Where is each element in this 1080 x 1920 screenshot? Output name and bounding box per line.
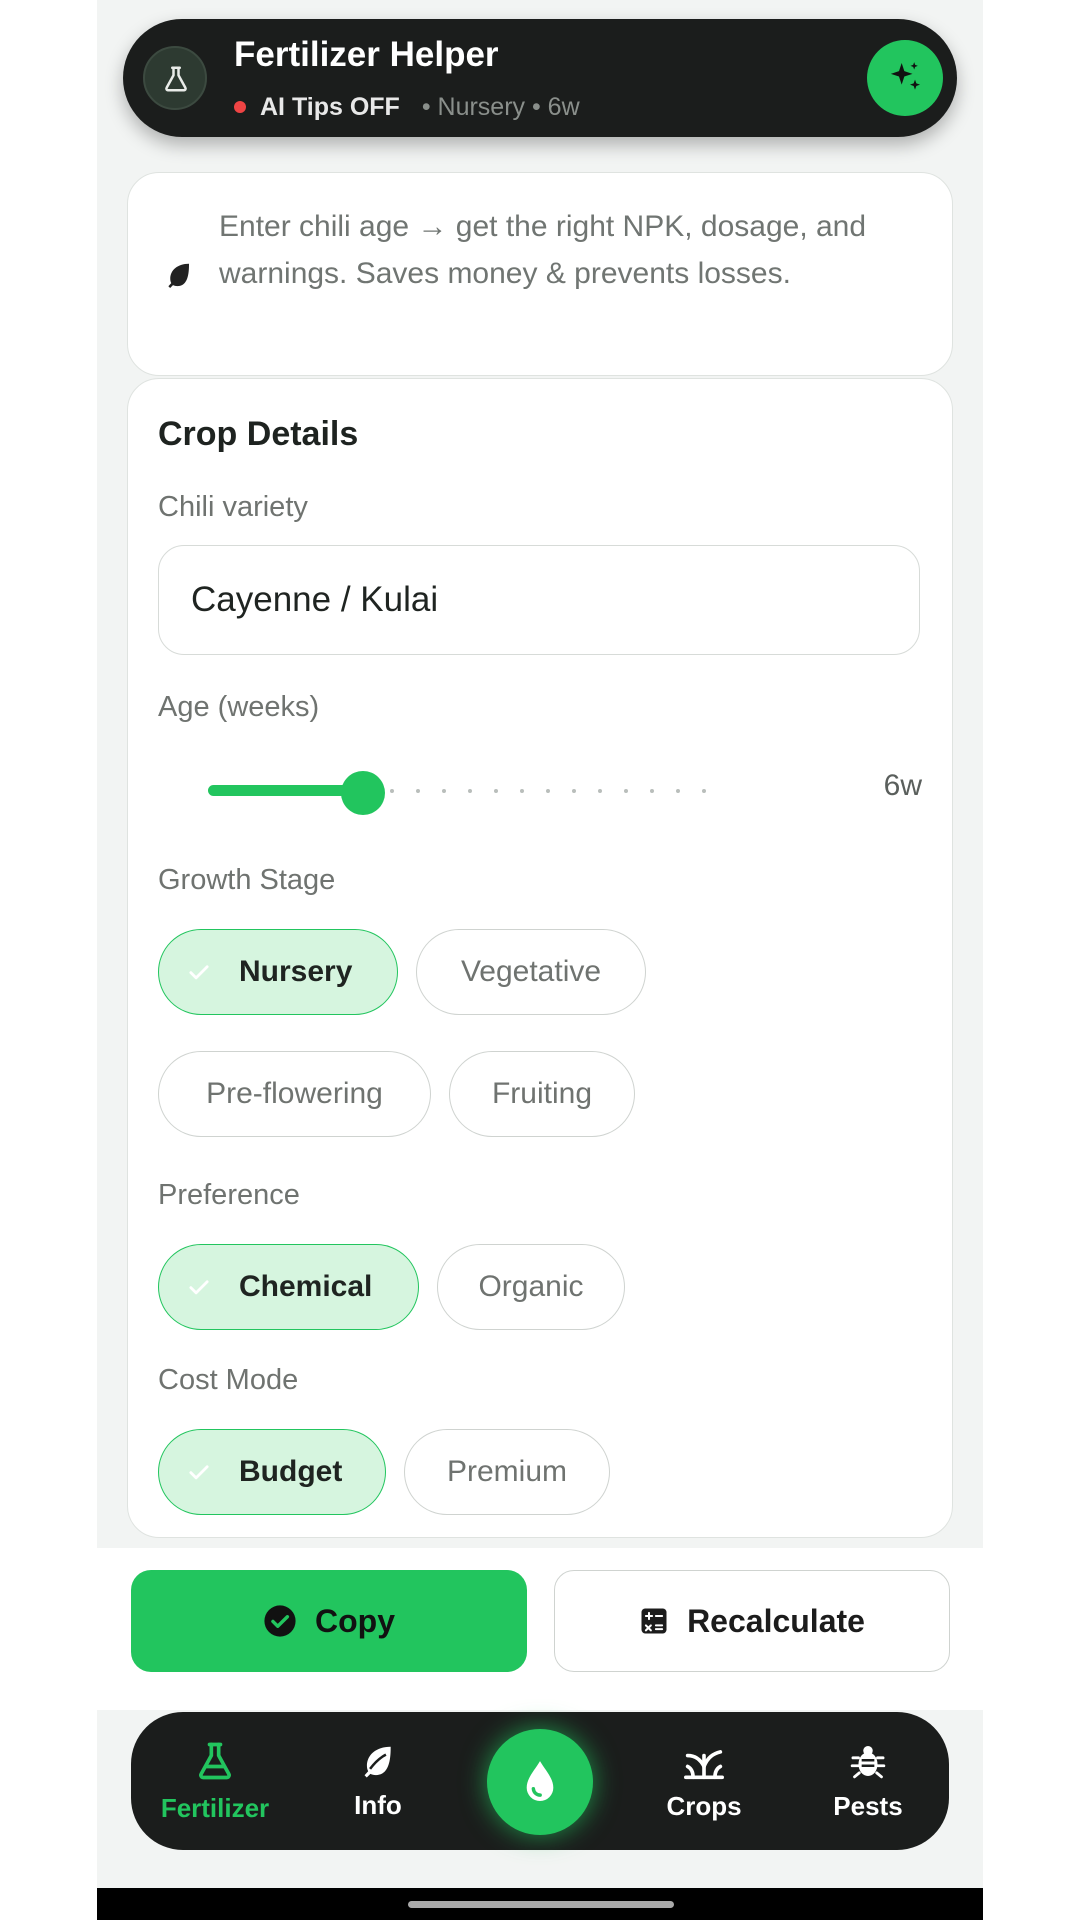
water-drop-icon (526, 1761, 554, 1801)
sparkles-icon (890, 63, 913, 85)
age-slider[interactable] (208, 771, 728, 815)
header-meta: • Nursery • 6w (421, 92, 580, 121)
age-label: Age (weeks) (158, 691, 320, 723)
slider-tick (650, 789, 654, 793)
chip-label: Budget (239, 1455, 343, 1488)
chip-premium[interactable]: Premium (404, 1429, 610, 1515)
slider-tick (494, 789, 498, 793)
chip-label: Premium (446, 1455, 567, 1488)
chip-label: Organic (478, 1270, 584, 1303)
nav-pests[interactable]: Pests (798, 1712, 938, 1850)
check-icon (189, 965, 209, 980)
slider-tick (520, 789, 524, 793)
check-circle-icon (264, 1605, 296, 1637)
water-drop-button[interactable] (487, 1729, 593, 1835)
ai-tips-status: AI Tips OFF (260, 92, 400, 121)
check-icon (189, 1280, 209, 1295)
page-title: Fertilizer Helper (234, 35, 499, 74)
intro-text: Enter chili age → get the right NPK, dos… (219, 210, 867, 290)
chip-label: Pre-flowering (206, 1077, 383, 1110)
crop-details-card: Crop Details Chili variety Cayenne / Kul… (127, 378, 953, 1538)
app-screen: Fertilizer Helper AI Tips OFF • Nursery … (97, 0, 983, 1920)
copy-label: Copy (315, 1602, 395, 1639)
home-indicator[interactable] (408, 1901, 674, 1908)
slider-tick (598, 789, 602, 793)
app-header: Fertilizer Helper AI Tips OFF • Nursery … (123, 19, 957, 137)
slider-tick (546, 789, 550, 793)
slider-tick (702, 789, 706, 793)
age-value: 6w (883, 769, 922, 802)
chip-vegetative[interactable]: Vegetative (416, 929, 646, 1015)
slider-tick (468, 789, 472, 793)
chip-chemical[interactable]: Chemical (158, 1244, 419, 1330)
status-dot (234, 101, 246, 113)
calculator-icon (641, 1608, 667, 1634)
nav-label: Info (354, 1789, 402, 1820)
flask-icon (143, 46, 207, 110)
chip-label: Chemical (239, 1270, 373, 1303)
slider-tick (624, 789, 628, 793)
slider-tick (572, 789, 576, 793)
cost-mode-label: Cost Mode (158, 1364, 299, 1396)
ai-tips-button[interactable] (867, 40, 943, 116)
chip-label: Vegetative (460, 955, 602, 988)
chip-label: Fruiting (491, 1077, 593, 1110)
chip-nursery[interactable]: Nursery (158, 929, 398, 1015)
sprout-icon (683, 1749, 724, 1779)
nav-label: Fertilizer (160, 1792, 270, 1823)
chip-fruiting[interactable]: Fruiting (449, 1051, 635, 1137)
leaf-icon (168, 263, 189, 288)
intro-card: Enter chili age → get the right NPK, dos… (127, 172, 953, 376)
flask-icon (199, 1742, 231, 1779)
variety-label: Chili variety (158, 491, 308, 523)
bottom-nav: Fertilizer Info Crops Pests (131, 1712, 949, 1850)
nav-fertilizer[interactable]: Fertilizer (145, 1712, 285, 1850)
slider-thumb[interactable] (341, 771, 385, 815)
nav-crops[interactable]: Crops (634, 1712, 774, 1850)
nav-info[interactable]: Info (308, 1712, 448, 1850)
preference-label: Preference (158, 1179, 300, 1211)
bug-icon (850, 1745, 886, 1778)
slider-tick (390, 789, 394, 793)
growth-stage-label: Growth Stage (158, 864, 336, 896)
slider-tick (442, 789, 446, 793)
nav-label: Crops (666, 1790, 742, 1821)
slider-tick (416, 789, 420, 793)
leaf-icon (364, 1746, 391, 1777)
chip-pre-flowering[interactable]: Pre-flowering (158, 1051, 431, 1137)
slider-tick (676, 789, 680, 793)
section-title: Crop Details (158, 415, 359, 453)
recalculate-button[interactable]: Recalculate (554, 1570, 950, 1672)
action-bar: Copy Recalculate (97, 1548, 983, 1710)
copy-button[interactable]: Copy (131, 1570, 527, 1672)
header-status-line: AI Tips OFF • Nursery • 6w (234, 92, 580, 122)
recalculate-label: Recalculate (687, 1602, 865, 1639)
chip-organic[interactable]: Organic (437, 1244, 625, 1330)
nav-label: Pests (833, 1790, 903, 1821)
slider-track-active (208, 785, 363, 796)
check-icon (189, 1465, 209, 1480)
variety-input[interactable]: Cayenne / Kulai (158, 545, 920, 655)
chip-label: Nursery (239, 955, 353, 988)
chip-budget[interactable]: Budget (158, 1429, 386, 1515)
